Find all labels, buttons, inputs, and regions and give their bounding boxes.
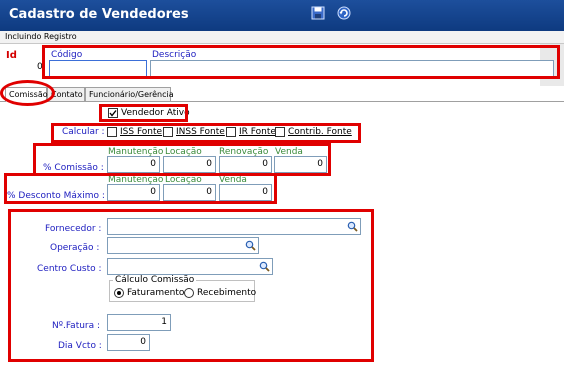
id-label: Id xyxy=(6,50,17,61)
annotation-box-desconto xyxy=(4,173,277,204)
annotation-ellipse-tab xyxy=(0,80,55,106)
annotation-box-lookup xyxy=(8,209,374,362)
status-bar xyxy=(0,31,564,44)
annotation-box-header xyxy=(42,45,560,79)
tabs-divider xyxy=(0,101,564,102)
window-title: Cadastro de Vendedores xyxy=(9,7,189,22)
status-text: Incluindo Registro xyxy=(5,32,77,41)
annotation-box-calcular xyxy=(51,123,361,143)
save-icon[interactable] xyxy=(311,6,325,20)
annotation-box-comissao xyxy=(33,143,331,176)
tab-funcionario-gerencia[interactable]: Funcionário/Gerência xyxy=(85,87,174,101)
annotation-box-ativo xyxy=(99,104,188,122)
refresh-icon[interactable] xyxy=(337,6,351,20)
